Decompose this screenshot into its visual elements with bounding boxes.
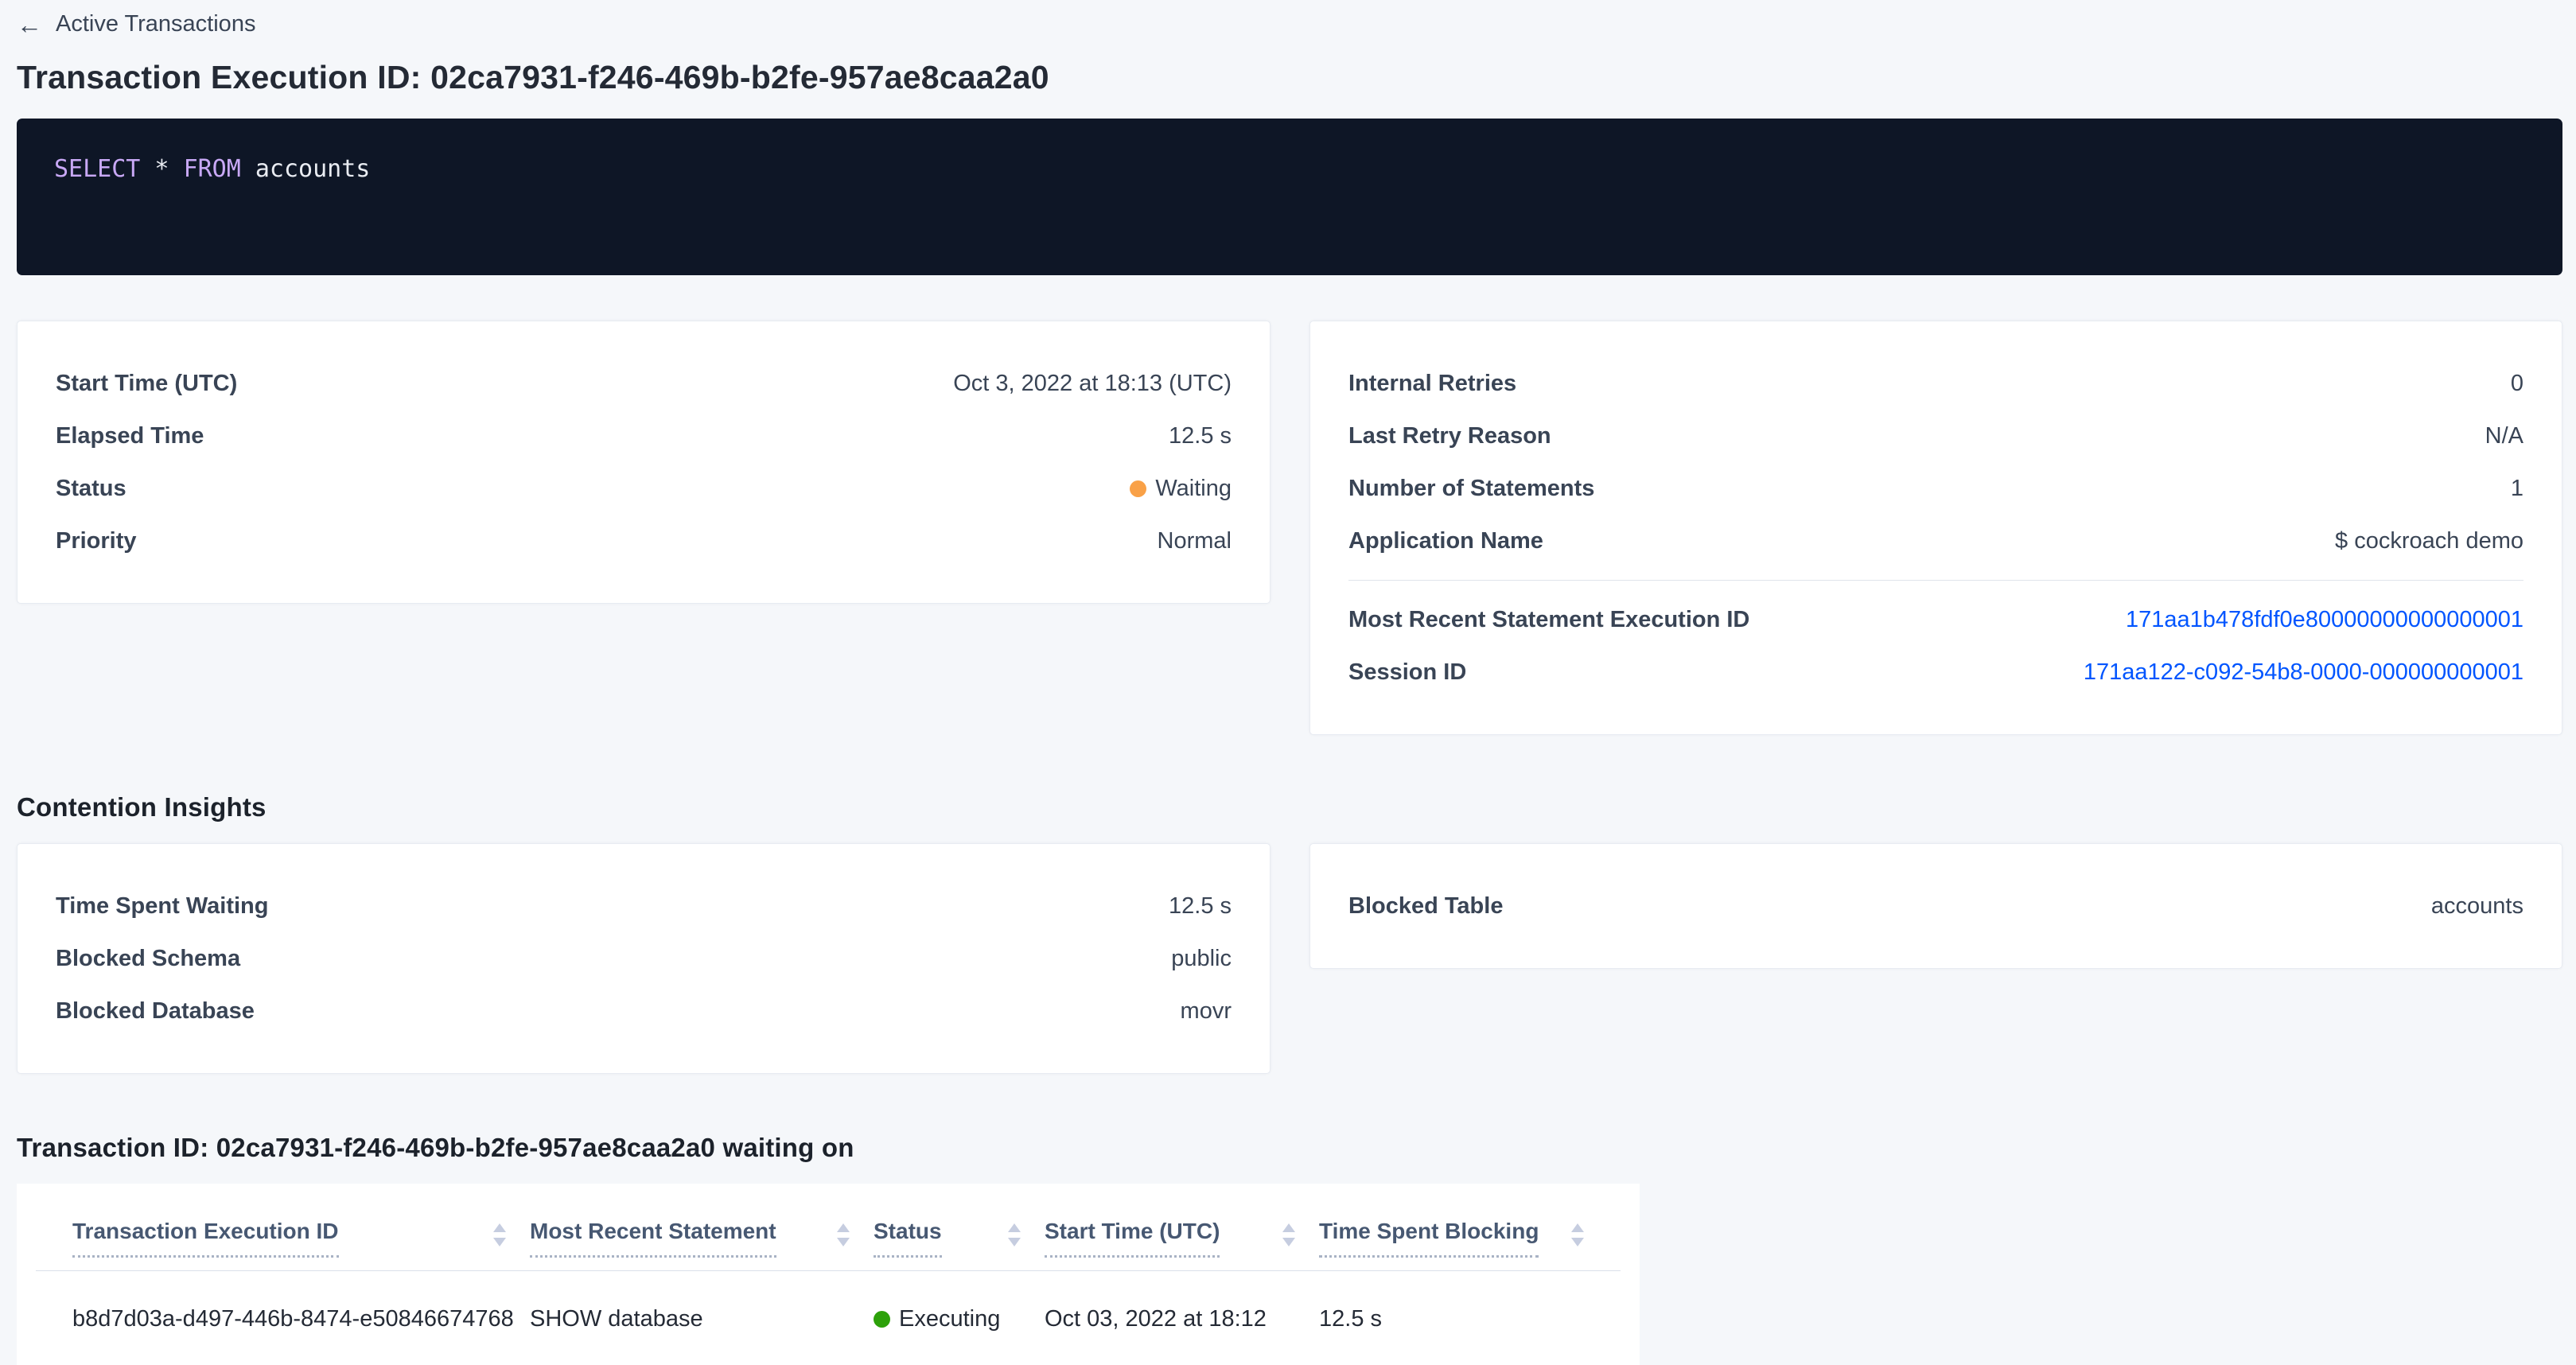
session-id-label: Session ID <box>1348 659 1466 686</box>
sort-icon[interactable] <box>1282 1223 1295 1246</box>
session-id-link[interactable]: 171aa122-c092-54b8-0000-000000000001 <box>2084 659 2523 686</box>
blocked-database-row: Blocked Database movr <box>56 985 1232 1037</box>
last-retry-reason-label: Last Retry Reason <box>1348 423 1551 449</box>
start-time-label: Start Time (UTC) <box>56 371 237 397</box>
status-waiting-dot-icon <box>1130 480 1146 497</box>
number-of-statements-row: Number of Statements 1 <box>1348 462 2523 515</box>
blocked-table-label: Blocked Table <box>1348 893 1503 920</box>
blocked-table-value: accounts <box>2431 893 2523 920</box>
statement-execution-id-link[interactable]: 171aa1b478fdf0e80000000000000001 <box>2126 607 2523 633</box>
start-time-row: Start Time (UTC) Oct 3, 2022 at 18:13 (U… <box>56 357 1232 410</box>
back-arrow-icon: ← <box>17 12 42 37</box>
sql-star: * <box>140 155 183 183</box>
column-header-label: Most Recent Statement <box>530 1219 776 1258</box>
last-retry-reason-row: Last Retry Reason N/A <box>1348 410 2523 462</box>
summary-card-right: Internal Retries 0 Last Retry Reason N/A… <box>1309 321 2562 735</box>
contention-section: Time Spent Waiting 12.5 s Blocked Schema… <box>17 843 2562 1074</box>
cell-status: Executing <box>874 1306 1045 1332</box>
sort-icon[interactable] <box>1571 1223 1584 1246</box>
status-executing-text: Executing <box>899 1306 1000 1332</box>
blocked-schema-value: public <box>1171 946 1232 972</box>
statement-execution-id-row: Most Recent Statement Execution ID 171aa… <box>1348 593 2523 646</box>
status-row: Status Waiting <box>56 462 1232 515</box>
start-time-value: Oct 3, 2022 at 18:13 (UTC) <box>953 371 1232 397</box>
sort-icon[interactable] <box>837 1223 850 1246</box>
elapsed-time-row: Elapsed Time 12.5 s <box>56 410 1232 462</box>
session-id-row: Session ID 171aa122-c092-54b8-0000-00000… <box>1348 646 2523 698</box>
waiting-on-heading: Transaction ID: 02ca7931-f246-469b-b2fe-… <box>17 1133 2562 1163</box>
sql-keyword-select: SELECT <box>54 155 140 183</box>
column-header-status[interactable]: Status <box>874 1219 1045 1258</box>
blocked-table-row: Blocked Table accounts <box>1348 880 2523 932</box>
time-spent-waiting-label: Time Spent Waiting <box>56 893 268 920</box>
column-header-label: Status <box>874 1219 942 1258</box>
time-spent-waiting-value: 12.5 s <box>1169 893 1232 920</box>
cell-start-time: Oct 03, 2022 at 18:12 <box>1045 1306 1319 1332</box>
column-header-most-recent-statement[interactable]: Most Recent Statement <box>530 1219 874 1258</box>
sql-statement-box: SELECT * FROM accounts <box>17 119 2562 275</box>
sql-statement: SELECT * FROM accounts <box>54 155 370 183</box>
contention-card-right: Blocked Table accounts <box>1309 843 2562 969</box>
cell-transaction-execution-id: b8d7d03a-d497-446b-8474-e50846674768 <box>72 1306 530 1332</box>
number-of-statements-value: 1 <box>2511 476 2523 502</box>
cell-time-spent-blocking: 12.5 s <box>1319 1306 1608 1332</box>
status-waiting-text: Waiting <box>1155 476 1232 502</box>
table-row: b8d7d03a-d497-446b-8474-e50846674768 SHO… <box>36 1271 1621 1365</box>
column-header-label: Start Time (UTC) <box>1045 1219 1220 1258</box>
column-header-time-spent-blocking[interactable]: Time Spent Blocking <box>1319 1219 1608 1258</box>
summary-section: Start Time (UTC) Oct 3, 2022 at 18:13 (U… <box>17 321 2562 735</box>
elapsed-time-label: Elapsed Time <box>56 423 204 449</box>
status-executing-dot-icon <box>874 1311 890 1328</box>
elapsed-time-value: 12.5 s <box>1169 423 1232 449</box>
back-link-label: Active Transactions <box>56 11 255 37</box>
summary-card-left: Start Time (UTC) Oct 3, 2022 at 18:13 (U… <box>17 321 1270 604</box>
sql-keyword-from: FROM <box>184 155 241 183</box>
sort-icon[interactable] <box>493 1223 506 1246</box>
internal-retries-label: Internal Retries <box>1348 371 1516 397</box>
cell-most-recent-statement: SHOW database <box>530 1306 874 1332</box>
priority-row: Priority Normal <box>56 515 1232 567</box>
column-header-label: Time Spent Blocking <box>1319 1219 1539 1258</box>
application-name-label: Application Name <box>1348 528 1543 554</box>
status-value: Waiting <box>1130 476 1232 502</box>
blocked-database-label: Blocked Database <box>56 998 255 1025</box>
internal-retries-row: Internal Retries 0 <box>1348 357 2523 410</box>
internal-retries-value: 0 <box>2511 371 2523 397</box>
waiting-on-table-header: Transaction Execution ID Most Recent Sta… <box>36 1204 1621 1258</box>
blocked-schema-label: Blocked Schema <box>56 946 240 972</box>
statement-execution-id-label: Most Recent Statement Execution ID <box>1348 607 1749 633</box>
summary-card-divider <box>1348 580 2523 581</box>
waiting-on-table: Transaction Execution ID Most Recent Sta… <box>17 1184 1640 1365</box>
sql-table-name: accounts <box>241 155 371 183</box>
application-name-value: $ cockroach demo <box>2335 528 2523 554</box>
sort-icon[interactable] <box>1008 1223 1021 1246</box>
transaction-details-page: ← Active Transactions Transaction Execut… <box>0 0 2576 1365</box>
application-name-row: Application Name $ cockroach demo <box>1348 515 2523 567</box>
priority-value: Normal <box>1158 528 1232 554</box>
contention-insights-heading: Contention Insights <box>17 792 2562 822</box>
column-header-start-time[interactable]: Start Time (UTC) <box>1045 1219 1319 1258</box>
status-label: Status <box>56 476 126 502</box>
time-spent-waiting-row: Time Spent Waiting 12.5 s <box>56 880 1232 932</box>
last-retry-reason-value: N/A <box>2485 423 2523 449</box>
column-header-label: Transaction Execution ID <box>72 1219 339 1258</box>
number-of-statements-label: Number of Statements <box>1348 476 1594 502</box>
back-link[interactable]: ← Active Transactions <box>17 11 255 37</box>
contention-card-left: Time Spent Waiting 12.5 s Blocked Schema… <box>17 843 1270 1074</box>
priority-label: Priority <box>56 528 137 554</box>
column-header-transaction-execution-id[interactable]: Transaction Execution ID <box>72 1219 530 1258</box>
blocked-schema-row: Blocked Schema public <box>56 932 1232 985</box>
blocked-database-value: movr <box>1181 998 1232 1025</box>
page-title: Transaction Execution ID: 02ca7931-f246-… <box>17 59 2562 96</box>
